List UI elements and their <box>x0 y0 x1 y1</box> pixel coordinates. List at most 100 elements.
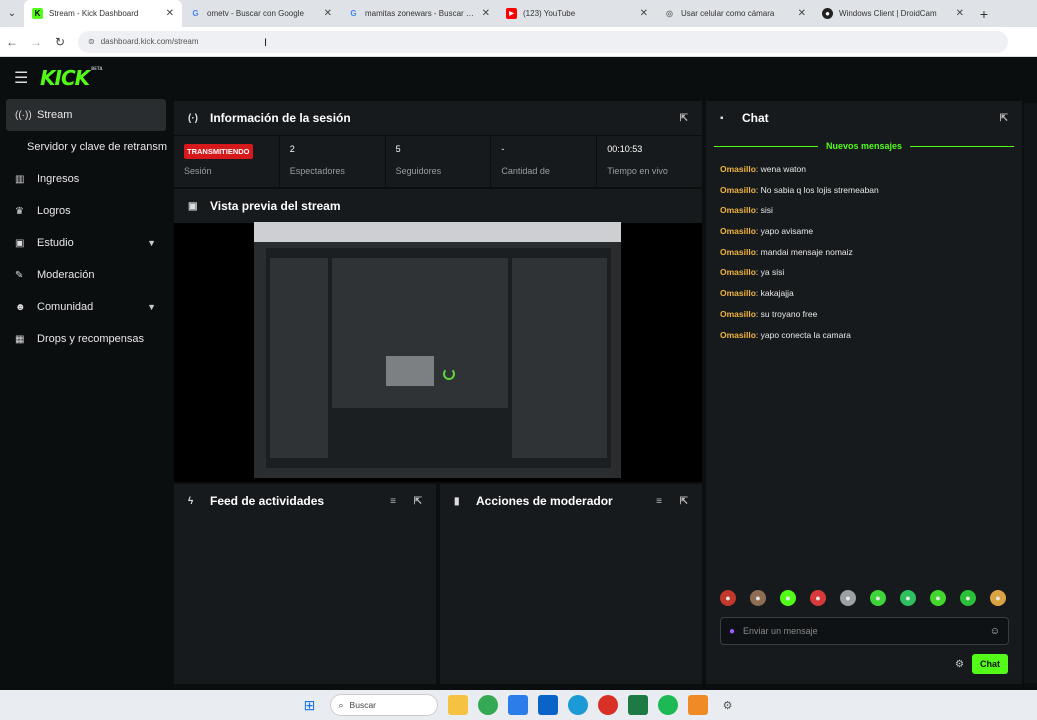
chat-username[interactable]: Omasillo <box>720 247 756 257</box>
emote-icon[interactable]: ● <box>990 590 1006 606</box>
tab-kick-dashboard[interactable]: K Stream - Kick Dashboard ✕ <box>24 0 182 27</box>
studio-icon: ▣ <box>15 237 25 249</box>
chat-send-button[interactable]: Chat <box>972 654 1008 674</box>
close-tab-icon[interactable]: ✕ <box>956 8 964 19</box>
close-tab-icon[interactable]: ✕ <box>166 8 174 19</box>
emote-icon[interactable]: ● <box>840 590 856 606</box>
close-tab-icon[interactable]: ✕ <box>482 8 490 19</box>
chat-text: : yapo avisame <box>755 226 814 237</box>
windows-start-icon[interactable]: ⊞ <box>300 695 320 715</box>
forward-icon[interactable]: → <box>24 35 48 49</box>
chat-username[interactable]: Omasillo <box>720 267 756 277</box>
sidebar-item-comunidad[interactable]: ☻ Comunidad ▼ <box>6 291 166 323</box>
browser-tab-bar: ⌄ K Stream - Kick Dashboard ✕ G ometv - … <box>0 0 1037 27</box>
text-cursor-icon: I <box>264 37 268 49</box>
tab-youtube[interactable]: ▶ (123) YouTube ✕ <box>498 0 656 27</box>
chat-username[interactable]: Omasillo <box>720 226 756 236</box>
chrome-icon[interactable] <box>477 695 498 715</box>
store-icon[interactable] <box>507 695 528 715</box>
panel-title: Feed de actividades <box>210 494 325 508</box>
emote-icon[interactable]: ● <box>930 590 946 606</box>
close-tab-icon[interactable]: ✕ <box>324 8 332 19</box>
tab-droidcam[interactable]: ● Windows Client | DroidCam ✕ <box>814 0 972 27</box>
sidebar-item-logros[interactable]: ♛ Logros <box>6 195 166 227</box>
stream-preview-header: ▣ Vista previa del stream <box>174 189 702 223</box>
gear-icon[interactable]: ⚙ <box>955 659 964 670</box>
app-gear-icon[interactable]: ⚙ <box>718 695 738 715</box>
sidebar-item-moderacion[interactable]: ✎ Moderación <box>6 259 166 291</box>
sidebar-item-server-key[interactable]: Servidor y clave de retransm <box>6 131 167 163</box>
emote-bar: ● ● ● ● ● ● ● ● ● ● <box>720 590 1006 606</box>
stat-live-time: 00:10:53 Tiempo en vivo <box>597 136 702 187</box>
chat-message: Omasillo: sisi <box>706 200 1022 221</box>
menu-icon[interactable]: ☰ <box>14 68 40 88</box>
stream-preview-video[interactable] <box>254 222 621 478</box>
sidebar-item-stream[interactable]: ((·)) Stream <box>6 99 166 131</box>
back-icon[interactable]: ← <box>0 35 24 49</box>
sidebar-item-estudio[interactable]: ▣ Estudio ▼ <box>6 227 166 259</box>
popout-icon[interactable]: ⇱ <box>414 496 422 507</box>
tab-title: Windows Client | DroidCam <box>839 9 937 18</box>
app-orange-icon[interactable] <box>687 695 708 715</box>
excel-icon[interactable] <box>627 695 648 715</box>
filter-icon[interactable]: ≡ <box>390 496 396 507</box>
chat-username[interactable]: Omasillo <box>720 309 756 319</box>
stat-value: 5 <box>395 144 401 154</box>
app-red-icon[interactable] <box>597 695 618 715</box>
emote-icon[interactable]: ● <box>810 590 826 606</box>
chat-username[interactable]: Omasillo <box>720 185 756 195</box>
sidebar-item-label: Logros <box>37 205 71 217</box>
close-tab-icon[interactable]: ✕ <box>640 8 648 19</box>
trophy-icon: ♛ <box>15 205 24 217</box>
chat-text: : kakajajja <box>755 288 794 299</box>
microphone-icon[interactable]: ● <box>729 626 735 637</box>
reload-icon[interactable]: ↻ <box>48 35 72 49</box>
search-icon: ⌕ <box>338 699 344 710</box>
sidebar-item-ingresos[interactable]: ▥ Ingresos <box>6 163 166 195</box>
tab-search-icon[interactable]: ⌄ <box>0 0 24 27</box>
chat-username[interactable]: Omasillo <box>720 330 756 340</box>
popout-icon[interactable]: ⇱ <box>1000 113 1008 124</box>
close-tab-icon[interactable]: ✕ <box>798 8 806 19</box>
popout-icon[interactable]: ⇱ <box>680 496 688 507</box>
tab-celular-camara[interactable]: ◎ Usar celular como cámara ✕ <box>656 0 814 27</box>
edge-icon[interactable] <box>567 695 588 715</box>
spotify-icon[interactable] <box>657 695 678 715</box>
tab-mamitas[interactable]: G mamitas zonewars - Buscar con ✕ <box>340 0 498 27</box>
stat-followers: 5 Seguidores <box>386 136 492 187</box>
emote-icon[interactable]: ● <box>900 590 916 606</box>
outlook-icon[interactable] <box>537 695 558 715</box>
beta-tag: BETA <box>91 66 103 71</box>
sidebar-item-drops[interactable]: ▦ Drops y recompensas <box>6 323 166 355</box>
emote-icon[interactable]: ● <box>870 590 886 606</box>
new-tab-icon[interactable]: + <box>972 6 996 22</box>
popout-icon[interactable]: ⇱ <box>680 113 688 124</box>
emote-icon[interactable]: ● <box>720 590 736 606</box>
url-field[interactable]: ⊜ dashboard.kick.com/stream <box>78 30 1008 53</box>
filter-icon[interactable]: ≡ <box>656 496 662 507</box>
sidebar-item-label: Comunidad <box>37 301 94 313</box>
emote-icon[interactable]: ● <box>960 590 976 606</box>
emote-icon[interactable]: ● <box>750 590 766 606</box>
stat-label: Tiempo en vivo <box>607 166 668 176</box>
site-info-icon[interactable]: ⊜ <box>88 37 95 46</box>
chat-message-input[interactable]: ● Enviar un mensaje ☺ <box>720 617 1009 645</box>
tab-ometv[interactable]: G ometv - Buscar con Google ✕ <box>182 0 340 27</box>
wrench-icon: ✎ <box>15 269 24 281</box>
logo-text: KICK <box>40 66 90 90</box>
chevron-down-icon: ▼ <box>147 302 156 312</box>
chevron-down-icon: ▼ <box>147 238 156 248</box>
chat-username[interactable]: Omasillo <box>720 205 756 215</box>
chart-icon: ▥ <box>15 173 25 185</box>
emoji-icon[interactable]: ☺ <box>990 626 1000 637</box>
chat-username[interactable]: Omasillo <box>720 164 756 174</box>
panel-title: Vista previa del stream <box>210 199 341 213</box>
chat-message: Omasillo: wena waton <box>706 159 1022 180</box>
emote-icon[interactable]: ● <box>780 590 796 606</box>
chat-messages: Omasillo: wena waton Omasillo: No sabia … <box>706 159 1022 345</box>
taskbar-search[interactable]: ⌕ Buscar <box>329 694 438 716</box>
kick-logo[interactable]: KICK BETA <box>40 66 102 90</box>
chat-username[interactable]: Omasillo <box>720 288 756 298</box>
file-explorer-icon[interactable] <box>447 695 468 715</box>
preview-image <box>386 356 434 386</box>
